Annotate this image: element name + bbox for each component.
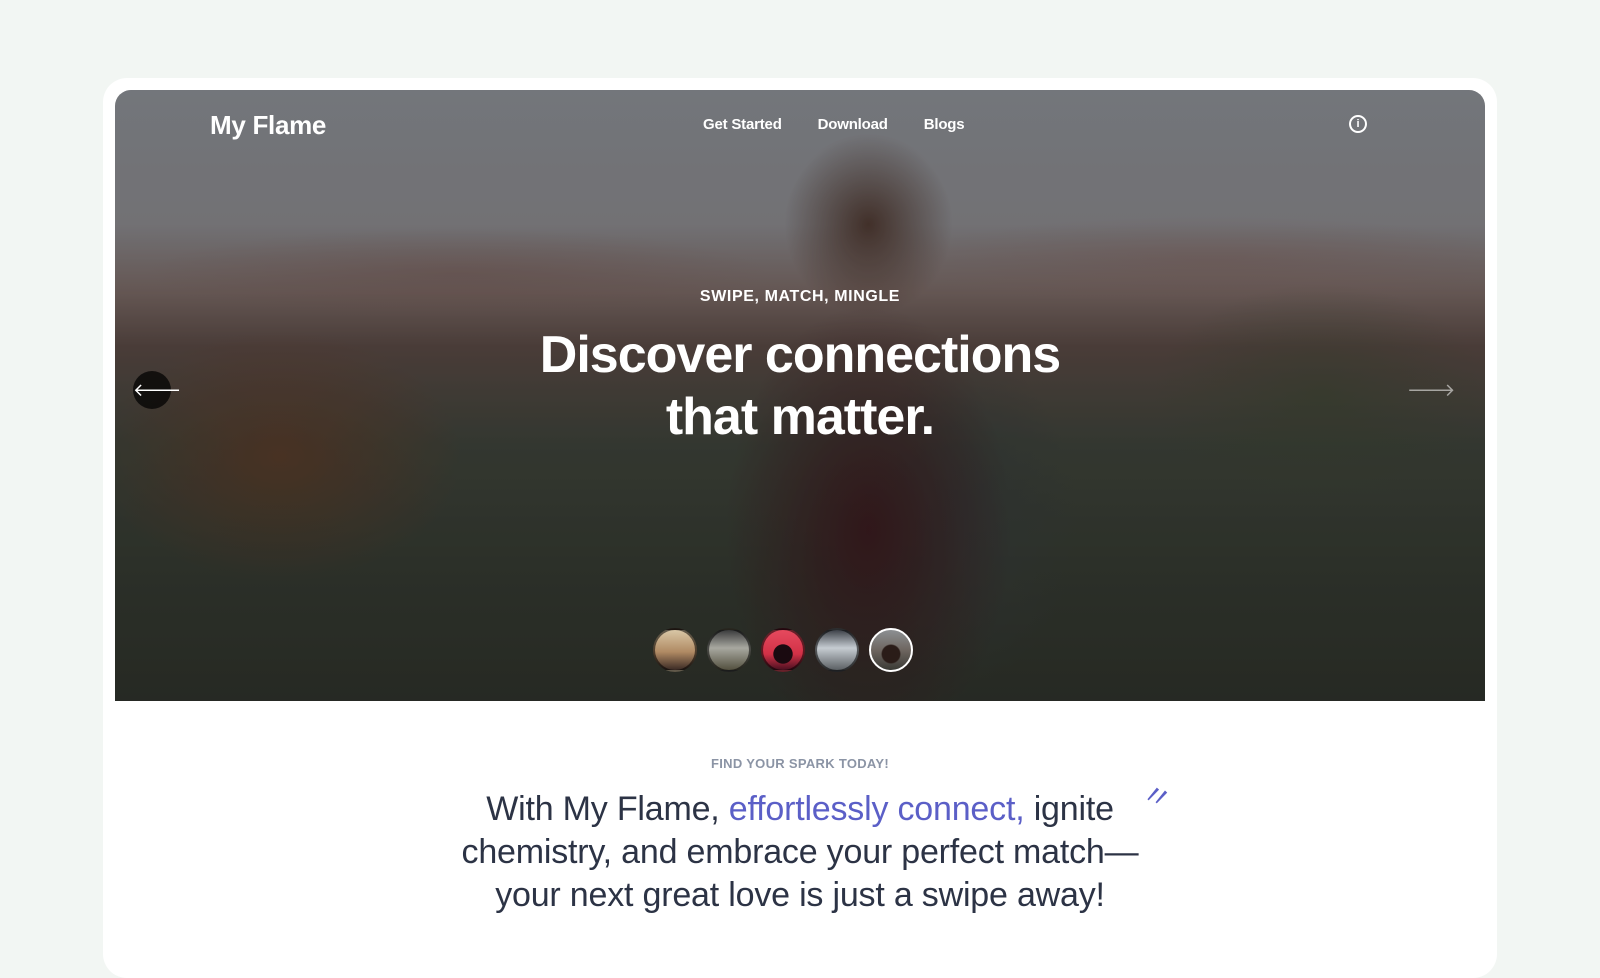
hero-carousel: My Flame Get Started Download Blogs i SW…: [115, 90, 1485, 701]
carousel-thumbnails: [653, 628, 913, 672]
arrow-right-icon[interactable]: 🡒: [1407, 371, 1455, 409]
carousel-thumbnail-5[interactable]: [869, 628, 913, 672]
nav-download[interactable]: Download: [818, 116, 888, 133]
hero-text: SWIPE, MATCH, MINGLE Discover connection…: [115, 288, 1485, 448]
carousel-thumbnail-4[interactable]: [815, 628, 859, 672]
lead-accent: effortlessly connect,: [728, 790, 1025, 828]
brand-logo[interactable]: My Flame: [210, 110, 326, 141]
top-navigation: My Flame Get Started Download Blogs i: [115, 90, 1485, 162]
hero-headline-line-1: Discover connections: [539, 326, 1061, 384]
hero-headline-line-2: that matter.: [665, 388, 935, 446]
carousel-thumbnail-2[interactable]: [707, 628, 751, 672]
section-kicker: FIND YOUR SPARK TODAY!: [710, 756, 890, 771]
hero-eyebrow: SWIPE, MATCH, MINGLE: [699, 288, 901, 305]
intro-section: FIND YOUR SPARK TODAY! With My Flame, ef…: [103, 756, 1497, 917]
carousel-thumbnail-3[interactable]: [761, 628, 805, 672]
info-icon[interactable]: i: [1349, 115, 1367, 133]
nav-blogs[interactable]: Blogs: [924, 116, 965, 133]
main-menu: Get Started Download Blogs: [703, 116, 965, 133]
hero-headline: Discover connections that matter.: [115, 324, 1485, 448]
main-card: My Flame Get Started Download Blogs i SW…: [103, 78, 1497, 978]
lead-prefix: With My Flame,: [486, 790, 729, 828]
section-lead: With My Flame, effortlessly connect, ign…: [440, 788, 1160, 917]
carousel-thumbnail-1[interactable]: [653, 628, 697, 672]
nav-get-started[interactable]: Get Started: [703, 116, 782, 133]
arrow-left-icon[interactable]: 🡐: [133, 371, 181, 409]
